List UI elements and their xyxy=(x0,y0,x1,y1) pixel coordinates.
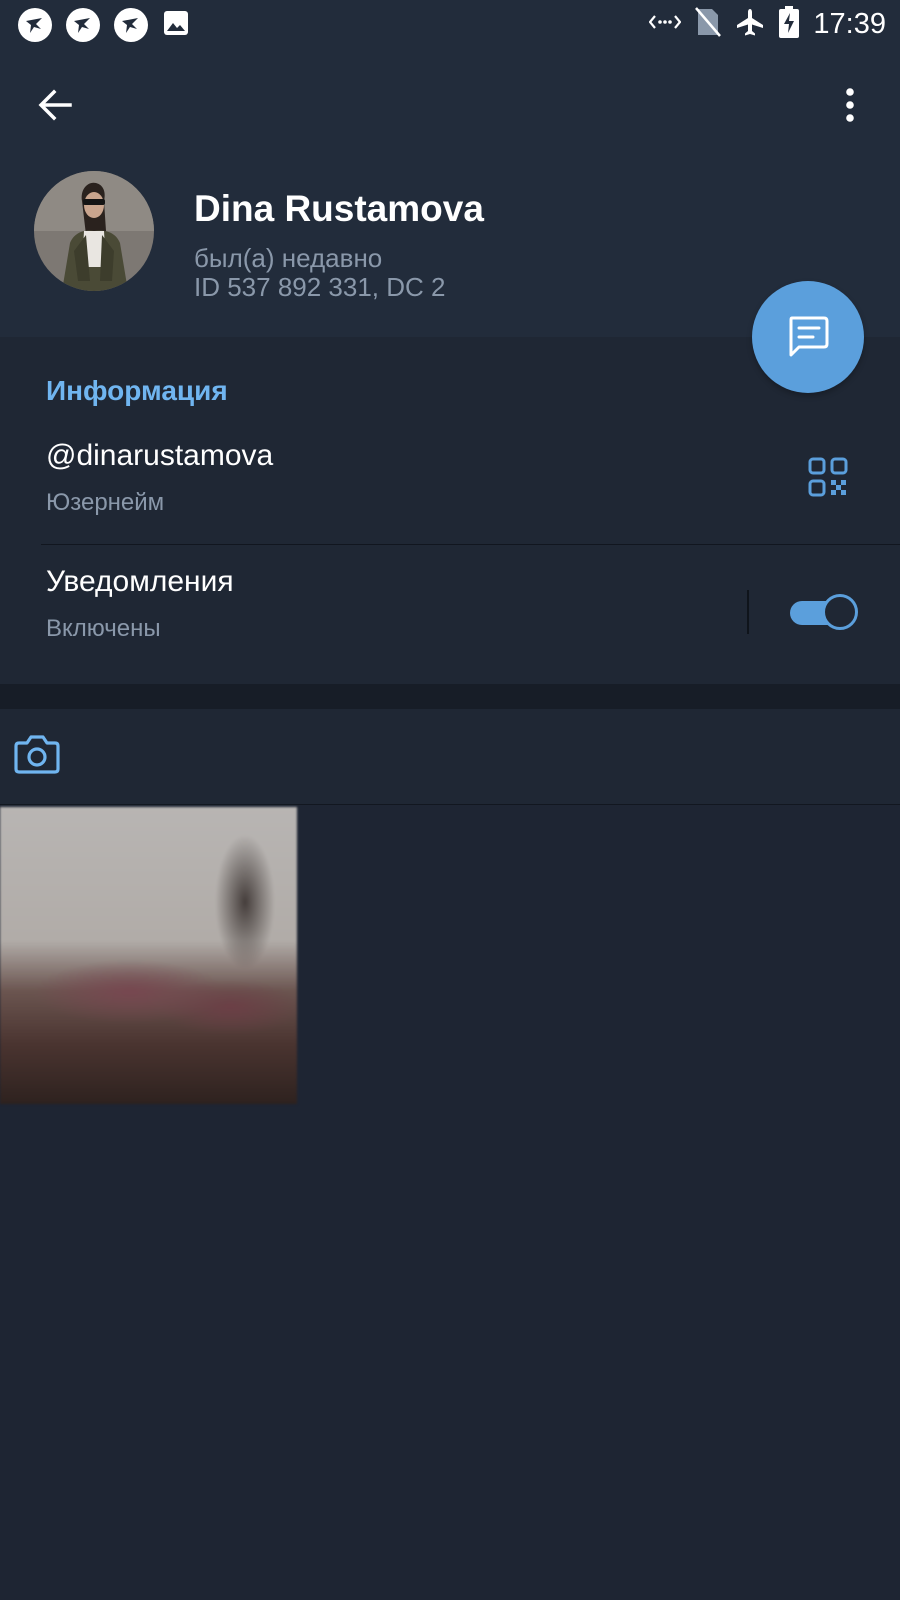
clock: 17:39 xyxy=(813,8,886,40)
username-label: Юзернейм xyxy=(46,489,165,516)
message-button[interactable] xyxy=(752,281,864,393)
qr-code-button[interactable] xyxy=(808,457,852,501)
tab-photos[interactable] xyxy=(14,733,64,828)
notification-icons xyxy=(18,8,190,42)
more-options-button[interactable] xyxy=(830,80,870,130)
image-icon xyxy=(162,9,190,42)
vertical-separator xyxy=(747,590,749,634)
more-vertical-icon xyxy=(846,88,854,122)
tabs-divider xyxy=(0,804,900,805)
profile-header: Dina Rustamova был(а) недавно ID 537 892… xyxy=(0,50,900,337)
arrow-left-icon xyxy=(38,89,72,121)
data-arrows-icon xyxy=(648,10,682,39)
user-id: ID 537 892 331, DC 2 xyxy=(194,272,446,302)
photo-thumbnail[interactable] xyxy=(0,807,297,1104)
status-bar: 17:39 xyxy=(0,0,900,50)
back-button[interactable] xyxy=(30,80,80,130)
profile-name: Dina Rustamova xyxy=(194,188,484,229)
avatar[interactable] xyxy=(34,171,154,291)
camera-icon xyxy=(14,735,60,774)
media-tabs xyxy=(0,709,900,828)
last-seen-status: был(а) недавно xyxy=(194,243,383,273)
no-sim-icon xyxy=(695,7,722,42)
username-value: @dinarustamova xyxy=(46,439,274,472)
toggle-knob xyxy=(822,594,858,630)
notifications-status: Включены xyxy=(46,615,161,642)
username-row[interactable]: @dinarustamova Юзернейм xyxy=(0,421,900,561)
app-notification-icon xyxy=(114,8,148,42)
info-section: Информация @dinarustamova Юзернейм Уведо… xyxy=(0,337,900,684)
battery-charging-icon xyxy=(779,6,800,43)
notifications-toggle[interactable] xyxy=(790,594,858,630)
notifications-row[interactable]: Уведомления Включены xyxy=(0,545,900,684)
app-notification-icon xyxy=(66,8,100,42)
app-notification-icon xyxy=(18,8,52,42)
airplane-icon xyxy=(735,7,765,42)
section-title: Информация xyxy=(46,375,228,406)
chat-icon xyxy=(789,316,829,357)
qr-code-icon xyxy=(808,457,848,497)
system-icons: 17:39 xyxy=(648,6,886,43)
section-gap xyxy=(0,684,900,709)
notifications-title: Уведомления xyxy=(46,565,234,598)
